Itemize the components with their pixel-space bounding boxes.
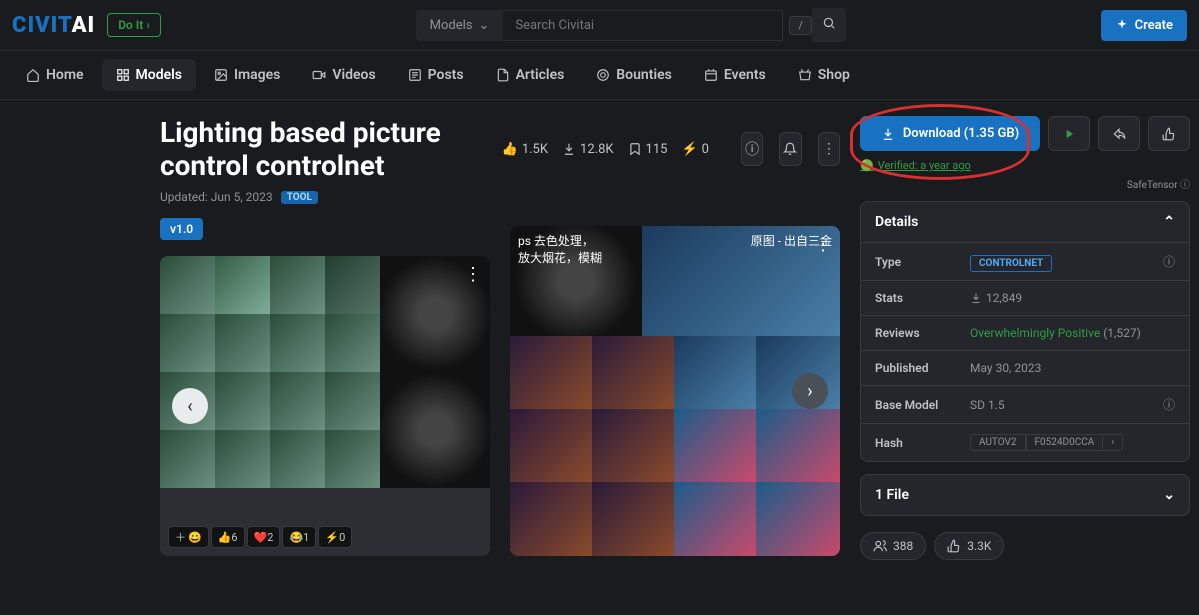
reviews-link[interactable]: Overwhelmingly Positive [970, 326, 1100, 340]
version-tag[interactable]: v1.0 [160, 218, 203, 240]
nav-images[interactable]: Images [200, 59, 294, 91]
tool-tag[interactable]: TOOL [281, 191, 318, 204]
react-laugh[interactable]: 😂1 [282, 526, 316, 548]
likes-stat[interactable]: 3.3K [934, 532, 1004, 560]
controlnet-badge: CONTROLNET [970, 255, 1052, 272]
react-like[interactable]: 👍6 [211, 526, 245, 548]
chevron-down-icon: ⌄ [478, 18, 489, 33]
search-button[interactable] [812, 8, 846, 42]
download-icon [970, 292, 982, 304]
share-icon [1112, 127, 1126, 141]
bookmark-icon [628, 142, 642, 156]
search-icon [822, 16, 836, 30]
prev-button[interactable]: ‹ [172, 388, 208, 424]
chevron-up-icon: ⌃ [1163, 214, 1175, 230]
image-menu[interactable]: ⋮ [464, 264, 482, 285]
detail-base-label: Base Model [875, 398, 970, 412]
react-zap[interactable]: ⚡0 [318, 526, 352, 548]
thumb-icon [947, 539, 961, 553]
detail-reviews-label: Reviews [875, 326, 970, 340]
play-icon [1062, 127, 1076, 141]
updated-text: Updated: Jun 5, 2023 [160, 190, 273, 204]
gallery-image-left[interactable]: ⋮ ‹ ＋😀 👍6 ❤️2 😂1 ⚡0 [160, 256, 490, 556]
calendar-icon [704, 68, 718, 82]
detail-type-label: Type [875, 255, 970, 269]
details-panel: Details⌃ TypeCONTROLNETⓘ Stats12,849 Rev… [860, 201, 1190, 462]
image-menu[interactable]: ⋮ [814, 234, 832, 255]
published-date: May 30, 2023 [970, 361, 1175, 375]
files-header[interactable]: 1 File⌄ [861, 475, 1189, 515]
info-icon: ⓘ [745, 139, 759, 159]
article-icon [496, 68, 510, 82]
users-icon [873, 539, 887, 553]
stat-tips[interactable]: ⚡0 [681, 142, 709, 157]
dots-icon: ⋮ [822, 141, 836, 157]
verified-text[interactable]: 🟢Verified: a year ago [860, 159, 1190, 172]
notify-button[interactable] [779, 132, 801, 166]
hash-value[interactable]: AUTOV2F0524D0CCA› [970, 434, 1175, 451]
info-icon[interactable]: ⓘ [1163, 253, 1175, 270]
cn-label-left: ps 去色处理， 放大烟花，模糊 [518, 232, 602, 266]
like-button[interactable] [1148, 116, 1190, 151]
nav-posts[interactable]: Posts [394, 59, 478, 91]
shield-icon: 🟢 [860, 159, 874, 172]
image-icon [214, 68, 228, 82]
search-category[interactable]: Models⌄ [416, 10, 504, 41]
share-button[interactable] [1098, 116, 1140, 151]
download-button[interactable]: Download (1.35 GB) [860, 116, 1040, 151]
do-it-button[interactable]: Do It › [107, 13, 161, 37]
search-input[interactable] [503, 10, 783, 41]
shop-icon [798, 68, 812, 82]
safetensor-label[interactable]: SafeTensor ⓘ [860, 176, 1190, 191]
target-icon [596, 68, 610, 82]
logo[interactable]: CIVITAI [12, 13, 95, 38]
base-model: SD 1.5 [970, 398, 1163, 412]
reactions-bar: ＋😀 👍6 ❤️2 😂1 ⚡0 [168, 526, 352, 548]
video-icon [312, 68, 326, 82]
grid-icon [116, 68, 130, 82]
sparkle-icon [1115, 18, 1129, 32]
info-icon[interactable]: ⓘ [1163, 396, 1175, 413]
react-add[interactable]: ＋😀 [168, 526, 209, 548]
bell-icon [783, 142, 797, 156]
bolt-icon: ⚡ [681, 142, 697, 157]
nav-articles[interactable]: Articles [482, 59, 579, 91]
detail-published-label: Published [875, 361, 970, 375]
nav-shop[interactable]: Shop [784, 59, 864, 91]
chevron-left-icon: ‹ [187, 396, 192, 417]
detail-stats-label: Stats [875, 291, 970, 305]
stat-downloads: 12.8K [562, 142, 614, 157]
download-icon [881, 127, 895, 141]
followers-stat[interactable]: 388 [860, 532, 926, 560]
page-title: Lighting based picture control controlne… [160, 116, 486, 182]
files-panel: 1 File⌄ [860, 474, 1190, 516]
chevron-down-icon: ⌄ [1163, 487, 1175, 503]
info-button[interactable]: ⓘ [741, 132, 763, 166]
react-heart[interactable]: ❤️2 [247, 526, 281, 548]
stat-likes[interactable]: 👍1.5K [502, 142, 548, 157]
home-icon [26, 68, 40, 82]
thumb-icon: 👍 [502, 142, 518, 157]
nav-home[interactable]: Home [12, 59, 98, 91]
gallery-image-right[interactable]: ps 去色处理， 放大烟花，模糊原图 - 出自三金 ⋮ › [510, 226, 840, 556]
nav-models[interactable]: Models [102, 59, 196, 91]
nav-events[interactable]: Events [690, 59, 780, 91]
download-icon [562, 142, 576, 156]
search-shortcut: / [789, 16, 812, 35]
nav-videos[interactable]: Videos [298, 59, 389, 91]
next-button[interactable]: › [792, 373, 828, 409]
posts-icon [408, 68, 422, 82]
detail-hash-label: Hash [875, 436, 970, 450]
nav-bounties[interactable]: Bounties [582, 59, 686, 91]
thumb-icon [1162, 127, 1176, 141]
details-header[interactable]: Details⌃ [861, 202, 1189, 242]
run-button[interactable] [1048, 116, 1090, 151]
create-button[interactable]: Create [1101, 10, 1187, 41]
stat-bookmarks[interactable]: 115 [628, 142, 668, 157]
chevron-right-icon: › [807, 381, 812, 402]
more-button[interactable]: ⋮ [818, 132, 840, 166]
